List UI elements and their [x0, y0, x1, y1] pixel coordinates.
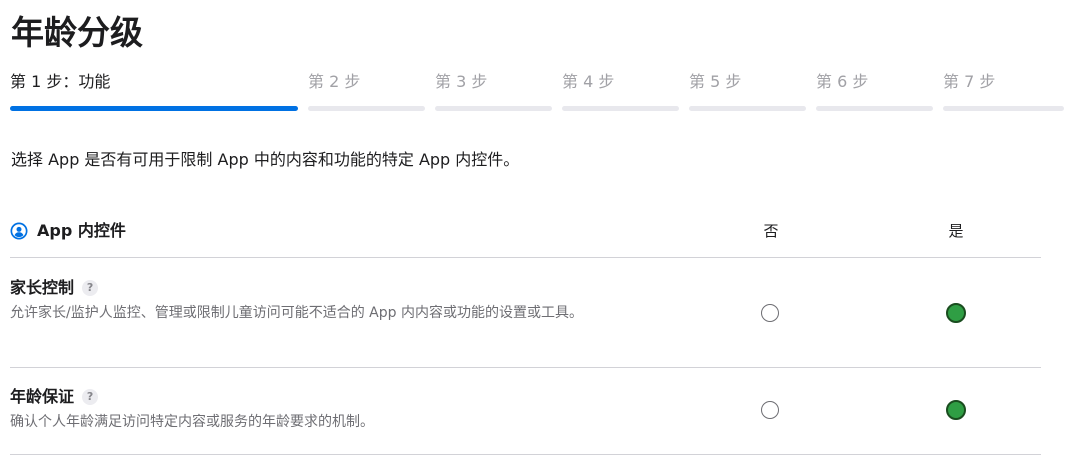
row-description: 确认个人年龄满足访问特定内容或服务的年龄要求的机制。 [10, 414, 374, 430]
page-title: 年龄分级 [11, 13, 143, 52]
step-label: 第 5 步 [689, 72, 742, 91]
person-circle-icon [10, 222, 28, 240]
step-bar [435, 106, 552, 111]
radio-no[interactable] [761, 304, 779, 322]
step-4[interactable]: 第 4 步 [562, 70, 679, 116]
divider [10, 454, 1041, 455]
step-progress: 第 1 步：功能 第 2 步 第 3 步 第 4 步 第 5 步 第 6 步 第… [10, 70, 1064, 116]
step-bar [816, 106, 933, 111]
step-label: 第 1 步：功能 [10, 72, 111, 91]
radio-yes[interactable] [946, 303, 966, 323]
divider [10, 257, 1041, 258]
radio-no[interactable] [761, 401, 779, 419]
step-bar [10, 106, 298, 111]
step-label: 第 4 步 [562, 72, 615, 91]
section-title: App 内控件 [37, 221, 126, 240]
step-bar [689, 106, 806, 111]
intro-text: 选择 App 是否有可用于限制 App 中的内容和功能的特定 App 内控件。 [11, 150, 520, 169]
row-description: 允许家长/监护人监控、管理或限制儿童访问可能不适合的 App 内内容或功能的设置… [10, 305, 583, 321]
step-label: 第 2 步 [308, 72, 361, 91]
step-label: 第 7 步 [943, 72, 996, 91]
help-icon[interactable]: ? [82, 280, 99, 296]
setting-row-parental-controls: 家长控制? 允许家长/监护人监控、管理或限制儿童访问可能不适合的 App 内内容… [10, 276, 1041, 356]
column-header-yes: 是 [948, 222, 964, 240]
step-bar [308, 106, 425, 111]
radio-yes[interactable] [946, 400, 966, 420]
row-title: 家长控制? [10, 276, 99, 300]
step-bar [562, 106, 679, 111]
row-title-text: 家长控制 [10, 278, 75, 297]
row-title: 年龄保证? [10, 385, 99, 409]
help-icon[interactable]: ? [82, 389, 99, 405]
divider [10, 367, 1041, 368]
step-5[interactable]: 第 5 步 [689, 70, 806, 116]
setting-row-age-assurance: 年龄保证? 确认个人年龄满足访问特定内容或服务的年龄要求的机制。 [10, 385, 1041, 445]
step-bar [943, 106, 1064, 111]
step-6[interactable]: 第 6 步 [816, 70, 933, 116]
step-label: 第 6 步 [816, 72, 869, 91]
step-7[interactable]: 第 7 步 [943, 70, 1064, 116]
step-label: 第 3 步 [435, 72, 488, 91]
section-header: App 内控件 否 是 [10, 218, 1040, 246]
column-header-no: 否 [763, 222, 779, 240]
step-1[interactable]: 第 1 步：功能 [10, 70, 298, 116]
row-title-text: 年龄保证 [10, 387, 75, 406]
step-3[interactable]: 第 3 步 [435, 70, 552, 116]
step-2[interactable]: 第 2 步 [308, 70, 425, 116]
